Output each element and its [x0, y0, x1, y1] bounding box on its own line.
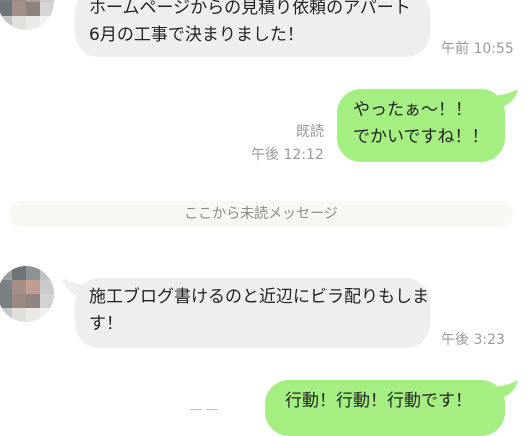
incoming-message[interactable]: ホームページからの見積り依頼のアパート 6月の工事で決まりました！	[75, 0, 430, 57]
message-text-line: 行動！行動！行動です！	[285, 391, 472, 411]
message-timestamp: 午前 10:55	[441, 41, 514, 57]
chat-log: ホームページからの見積り依頼のアパート 6月の工事で決まりました！ 午前 10:…	[0, 0, 527, 436]
message-text-line: ホームページからの見積り依頼のアパート	[89, 0, 411, 18]
outgoing-message[interactable]: 行動！行動！行動です！	[265, 380, 505, 436]
message-text-line: 6月の工事で決まりました！	[89, 25, 304, 45]
avatar[interactable]	[0, 0, 54, 30]
unread-divider: ここから未読メッセージ	[9, 201, 513, 227]
bubble-tail	[498, 89, 518, 107]
outgoing-message[interactable]: やったぁ〜！！ でかいですね！！	[337, 89, 505, 162]
message-text-line: でかいですね！！	[353, 127, 489, 147]
read-receipt: 既読	[296, 124, 324, 140]
message-text-line: 施工ブログ書けるのと近辺にビラ配りもしま	[89, 287, 429, 307]
bubble-tail	[62, 278, 82, 296]
read-receipt: — —	[190, 402, 218, 416]
incoming-message[interactable]: 施工ブログ書けるのと近辺にビラ配りもしま す！	[75, 278, 430, 348]
message-text-line: やったぁ〜！！	[353, 100, 472, 120]
message-text-line: す！	[89, 314, 123, 334]
message-timestamp: 午後 3:23	[441, 332, 505, 348]
avatar[interactable]	[0, 266, 54, 322]
bubble-tail	[498, 380, 518, 398]
message-timestamp: 午後 12:12	[251, 147, 324, 163]
